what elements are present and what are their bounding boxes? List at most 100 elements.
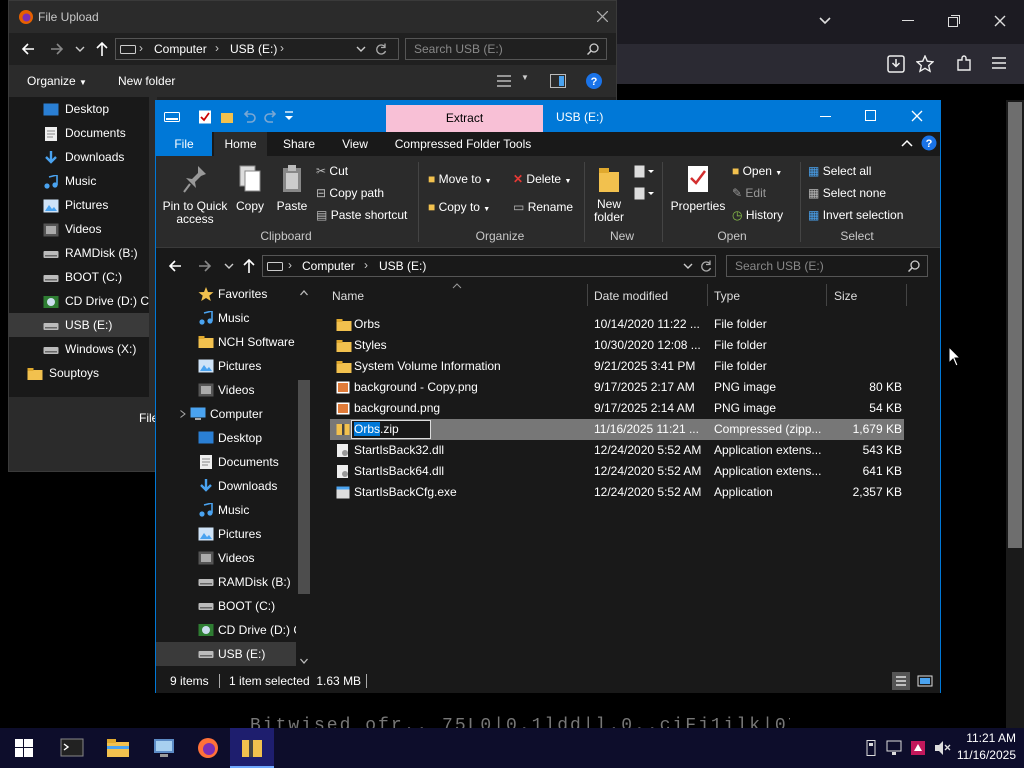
upload-sidebar-item[interactable]: Videos — [9, 217, 149, 241]
delete-button[interactable]: ✕ Delete ▼ — [513, 172, 571, 186]
paste-shortcut-button[interactable]: ▤ Paste shortcut — [316, 208, 407, 222]
back-arrow-icon[interactable] — [21, 42, 35, 56]
nav-scrollbar-thumb[interactable] — [298, 380, 310, 594]
nav-item[interactable]: Documents — [156, 450, 296, 474]
nav-item[interactable]: RAMDisk (B:) — [156, 570, 296, 594]
properties-qa-icon[interactable] — [198, 110, 212, 124]
easy-access-icon[interactable] — [634, 187, 656, 201]
redo-icon[interactable] — [264, 110, 278, 124]
minimize-icon[interactable] — [902, 20, 914, 22]
nav-item[interactable]: Videos — [156, 546, 296, 570]
nav-item[interactable]: Pictures — [156, 354, 296, 378]
tab-view[interactable]: View — [330, 132, 380, 156]
menu-icon[interactable] — [992, 57, 1006, 69]
help-icon[interactable]: ? — [921, 135, 937, 151]
chevron-down-icon[interactable] — [356, 45, 366, 53]
file-row[interactable]: background.png 9/17/2025 2:14 AM PNG image… — [330, 398, 904, 419]
save-to-pocket-icon[interactable] — [887, 55, 905, 73]
upload-search-input[interactable]: Search USB (E:) — [405, 38, 607, 60]
start-button[interactable] — [2, 728, 46, 768]
customize-qa-icon[interactable] — [284, 111, 294, 123]
chevron-down-icon[interactable] — [683, 262, 693, 270]
properties-button[interactable]: Properties — [670, 164, 726, 213]
tab-compressed-folder-tools[interactable]: Compressed Folder Tools — [390, 132, 536, 156]
chevron-down-icon[interactable] — [818, 14, 832, 28]
rename-button[interactable]: ▭ Rename — [513, 200, 573, 214]
pin-quick-access-button[interactable]: Pin to Quick access — [162, 164, 228, 226]
explorer-search-input[interactable]: Search USB (E:) — [726, 255, 928, 277]
nav-scrollbar[interactable] — [296, 284, 312, 669]
chevron-down-icon[interactable]: ▼ — [521, 73, 529, 82]
tab-file[interactable]: File — [156, 132, 212, 156]
rename-input[interactable]: Orbs.zip — [351, 420, 431, 439]
extract-contextual-tab[interactable]: Extract — [386, 105, 543, 132]
scroll-up-icon[interactable] — [300, 290, 308, 296]
upload-new-folder-button[interactable]: New folder — [118, 74, 175, 88]
zip-folder-taskbar-button[interactable] — [230, 728, 274, 768]
select-all-button[interactable]: ▦ Select all — [808, 164, 871, 178]
upload-sidebar-item[interactable]: CD Drive (D:) C — [9, 289, 149, 313]
forward-arrow-icon[interactable] — [50, 42, 64, 56]
upload-address-bar[interactable]: › Computer › USB (E:) › — [115, 38, 399, 60]
upload-sidebar-item[interactable]: USB (E:) — [9, 313, 149, 337]
large-icons-view-icon[interactable] — [916, 672, 934, 690]
upload-sidebar-item[interactable]: Windows (X:) — [9, 337, 149, 361]
breadcrumb-computer[interactable]: Computer — [154, 42, 207, 56]
upload-sidebar-item[interactable]: BOOT (C:) — [9, 265, 149, 289]
file-row[interactable]: background - Copy.png 9/17/2025 2:17 AM PN… — [330, 377, 904, 398]
collapse-ribbon-icon[interactable] — [901, 139, 913, 147]
nav-item[interactable]: Pictures — [156, 522, 296, 546]
file-row[interactable]: StartIsBackCfg.exe 12/24/2020 5:52 AM Appl… — [330, 482, 904, 503]
nav-item[interactable]: Downloads — [156, 474, 296, 498]
copy-path-button[interactable]: ⊟ Copy path — [316, 186, 384, 200]
close-icon[interactable] — [994, 15, 1006, 27]
file-row[interactable]: System Volume Information 9/21/2025 3:41 … — [330, 356, 904, 377]
file-row[interactable]: StartIsBack64.dll 12/24/2020 5:52 AM Appli… — [330, 461, 904, 482]
maximize-icon[interactable] — [948, 15, 960, 27]
minimize-icon[interactable] — [820, 116, 831, 118]
upload-sidebar-item[interactable]: Music — [9, 169, 149, 193]
scroll-down-icon[interactable] — [300, 658, 308, 664]
undo-icon[interactable] — [242, 110, 256, 124]
upload-sidebar-item[interactable]: Pictures — [9, 193, 149, 217]
preview-pane-icon[interactable] — [550, 74, 566, 88]
column-name[interactable]: Name — [332, 284, 364, 308]
expand-chevron-icon[interactable] — [180, 410, 186, 418]
breadcrumb-usb[interactable]: USB (E:) — [379, 259, 426, 273]
refresh-icon[interactable] — [375, 43, 387, 55]
file-row[interactable]: StartIsBack32.dll 12/24/2020 5:52 AM Appli… — [330, 440, 904, 461]
terminal-taskbar-button[interactable] — [50, 728, 94, 768]
back-arrow-icon[interactable] — [168, 259, 182, 273]
upload-sidebar-item[interactable]: RAMDisk (B:) — [9, 241, 149, 265]
nav-item[interactable]: CD Drive (D:) C — [156, 618, 296, 642]
view-options-icon[interactable] — [497, 75, 511, 87]
open-button[interactable]: ■ Open ▼ — [732, 164, 782, 178]
upload-sidebar-item[interactable]: Desktop — [9, 97, 149, 121]
new-item-icon[interactable] — [634, 165, 656, 179]
column-size[interactable]: Size — [834, 284, 857, 308]
nav-item[interactable]: Favorites — [156, 282, 296, 306]
breadcrumb-computer[interactable]: Computer — [302, 259, 355, 273]
file-row[interactable]: Orbs.zip 11/16/2025 11:21 ... Compressed (… — [330, 419, 904, 440]
new-folder-button[interactable]: New folder — [588, 164, 630, 224]
network-tray-icon[interactable] — [886, 740, 904, 756]
close-icon[interactable] — [911, 110, 923, 122]
cut-button[interactable]: ✂ Cut — [316, 164, 348, 178]
column-type[interactable]: Type — [714, 284, 740, 308]
organize-menu[interactable]: Organize ▼ — [27, 74, 87, 88]
extensions-icon[interactable] — [955, 55, 973, 73]
upload-close-icon[interactable] — [597, 11, 608, 22]
forward-arrow-icon[interactable] — [198, 259, 212, 273]
details-view-icon[interactable] — [892, 672, 910, 690]
nav-item[interactable]: BOOT (C:) — [156, 594, 296, 618]
nav-item[interactable]: Music — [156, 498, 296, 522]
edit-button[interactable]: ✎ Edit — [732, 186, 766, 200]
history-button[interactable]: ◷ History — [732, 208, 783, 222]
up-arrow-icon[interactable] — [95, 41, 109, 57]
system-clock[interactable]: 11:21 AM 11/16/2025 — [957, 730, 1016, 764]
file-row[interactable]: Orbs 10/14/2020 11:22 ... File folder — [330, 314, 904, 335]
copy-button[interactable]: Copy — [230, 164, 270, 213]
select-none-button[interactable]: ▦ Select none — [808, 186, 886, 200]
new-folder-qa-icon[interactable] — [220, 110, 234, 124]
paste-button[interactable]: Paste — [272, 164, 312, 213]
